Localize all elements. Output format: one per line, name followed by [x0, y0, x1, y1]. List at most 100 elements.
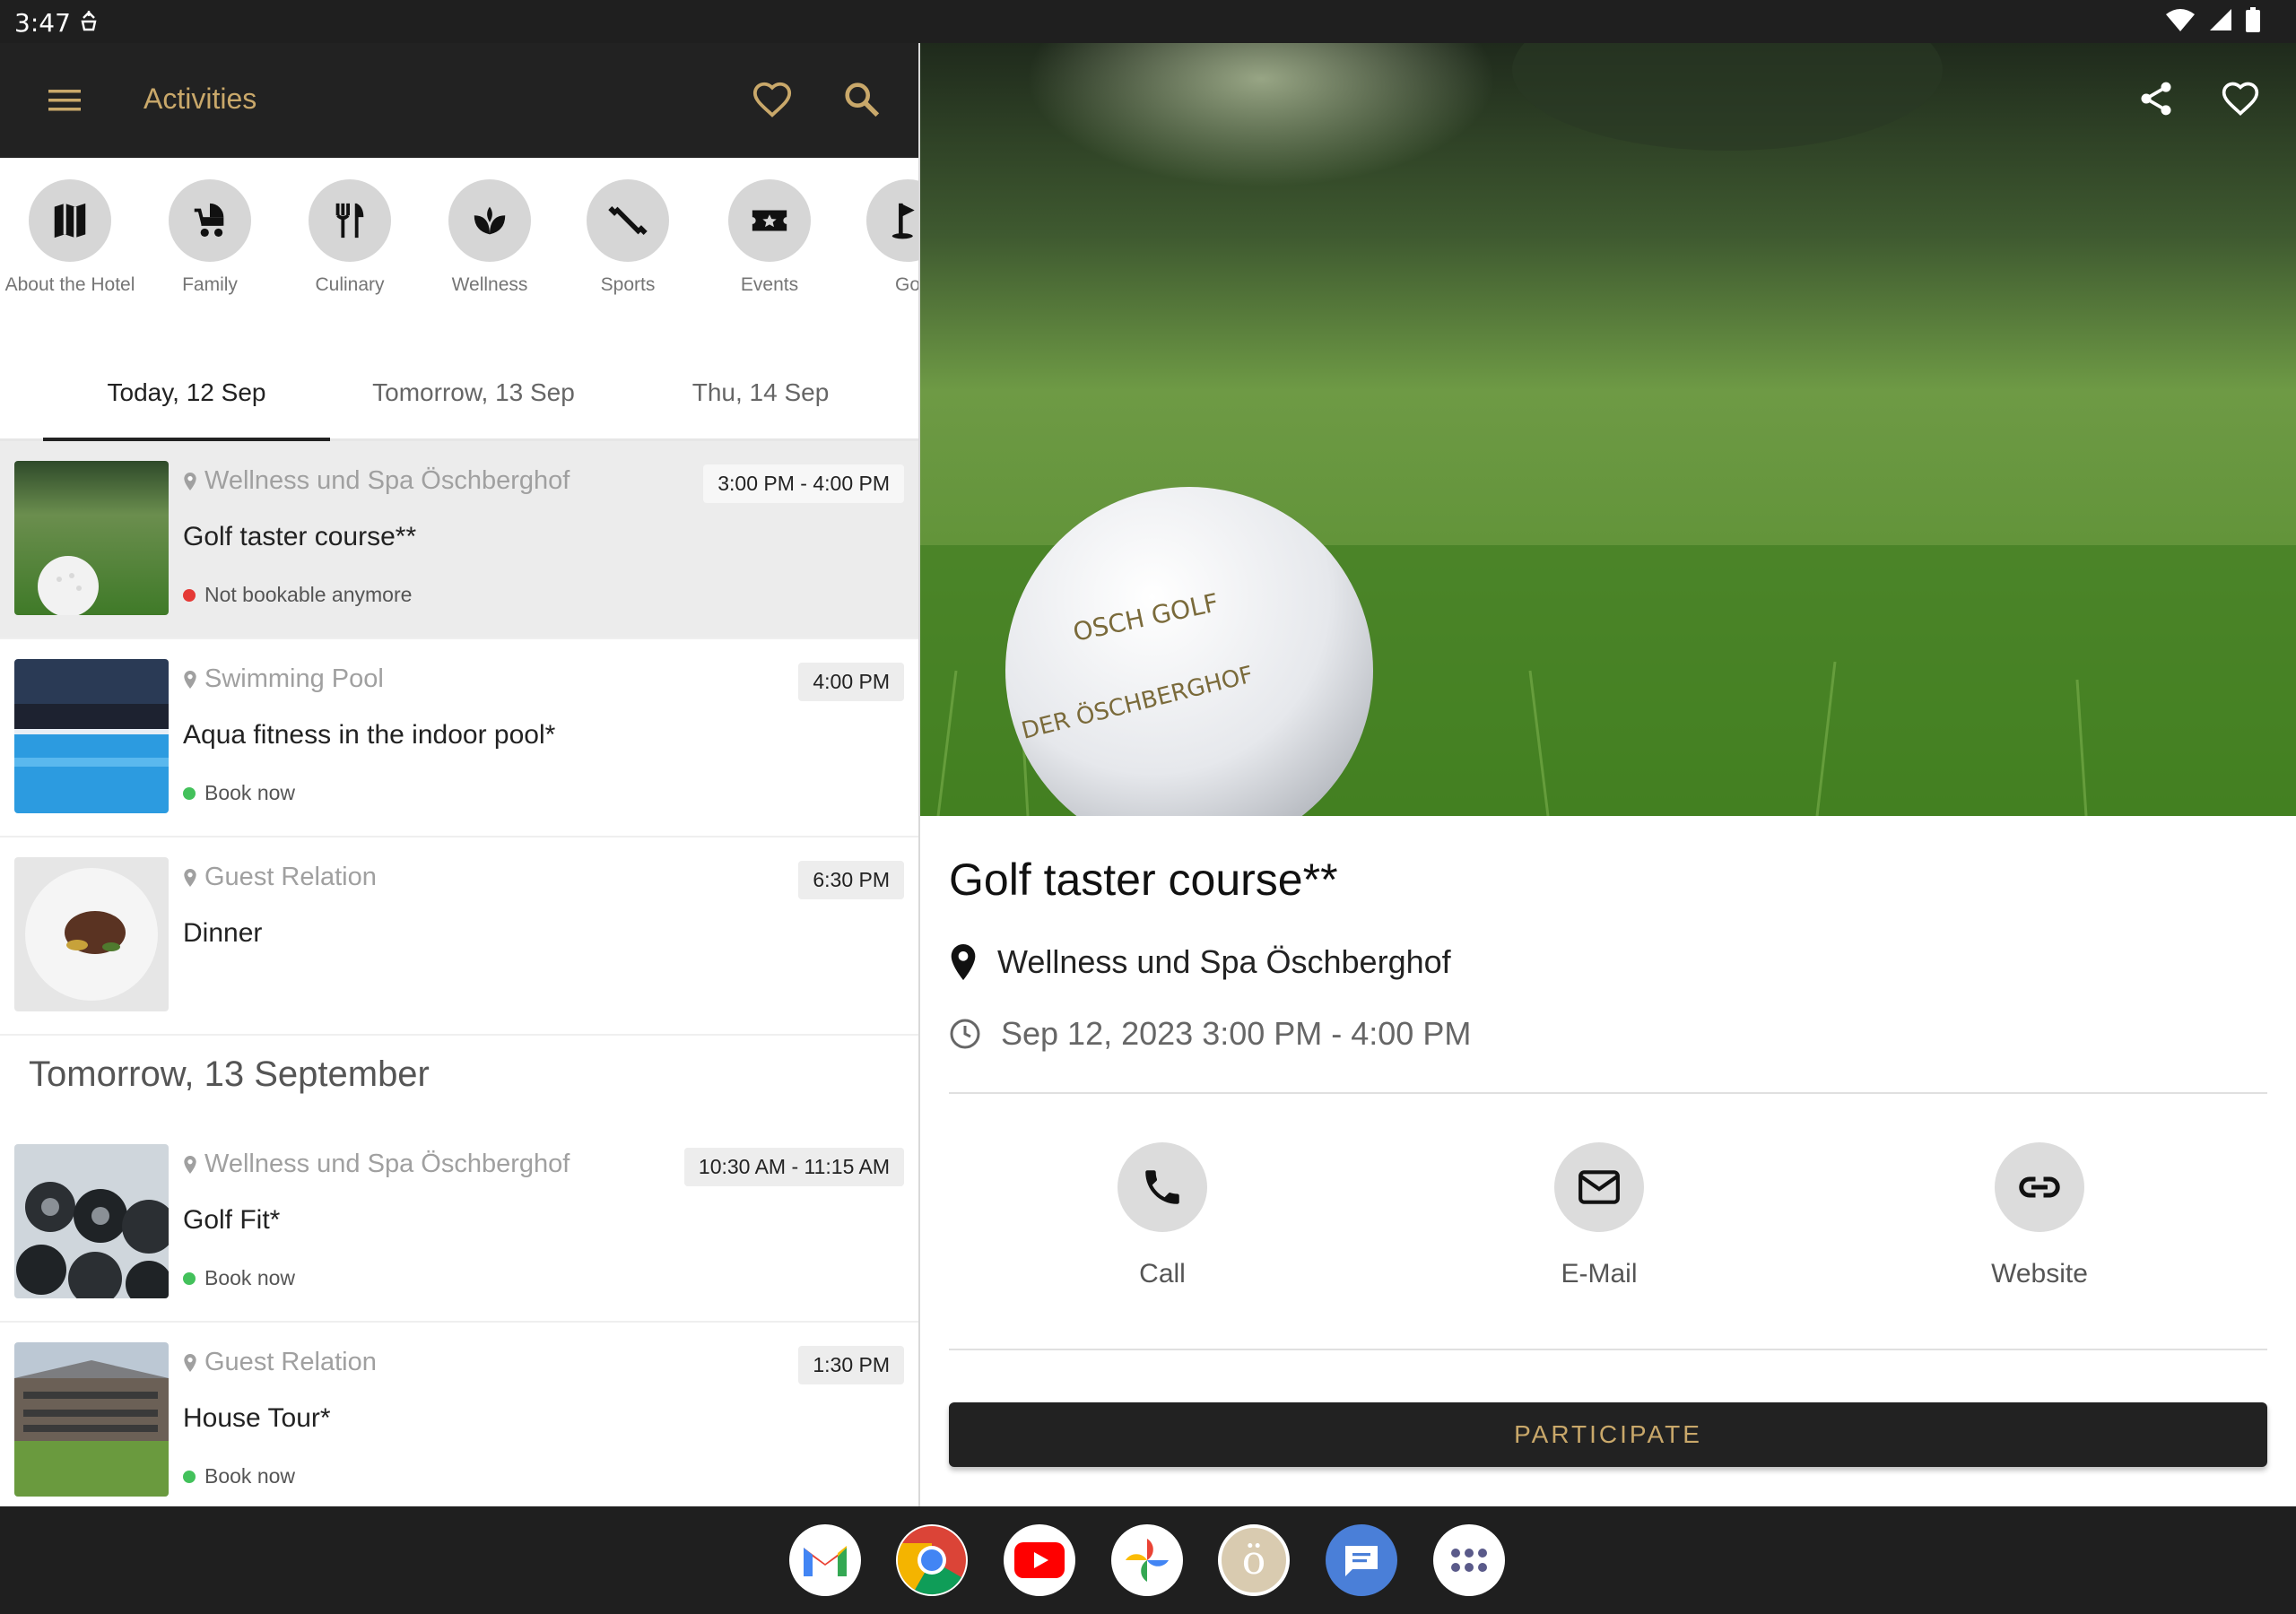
messages-app-icon[interactable]	[1326, 1524, 1397, 1596]
photos-app-icon[interactable]	[1111, 1524, 1183, 1596]
booking-status[interactable]: Book now	[183, 781, 295, 805]
category-about-the-hotel[interactable]: About the Hotel	[0, 179, 142, 296]
phone-icon	[1145, 1170, 1179, 1204]
booking-status[interactable]: Book now	[183, 1266, 295, 1290]
page-title: Activities	[144, 82, 257, 115]
location-pin-icon	[184, 1155, 196, 1174]
activities-pane: Activities About the Hotel Family Culina…	[0, 43, 918, 1506]
location-pin-icon	[184, 670, 196, 689]
detail-datetime: Sep 12, 2023 3:00 PM - 4:00 PM	[949, 1015, 1471, 1053]
list-item[interactable]: Swimming Pool 4:00 PM Aqua fitness in th…	[0, 639, 918, 837]
tab-thursday[interactable]: Thu, 14 Sep	[617, 350, 904, 439]
clock-icon	[950, 1019, 980, 1049]
website-button[interactable]: Website	[1923, 1142, 2156, 1289]
category-bar: About the Hotel Family Culinary Wellness…	[0, 158, 918, 350]
app-drawer-icon[interactable]	[1433, 1524, 1505, 1596]
share-icon	[2141, 82, 2171, 116]
link-icon	[2019, 1176, 2060, 1198]
time-badge: 6:30 PM	[798, 861, 904, 899]
battery-icon	[2246, 7, 2260, 37]
tab-tomorrow[interactable]: Tomorrow, 13 Sep	[330, 350, 617, 439]
available-dot-icon	[183, 1271, 196, 1285]
activity-title: Golf Fit*	[183, 1205, 281, 1235]
heart-outline-icon	[2222, 82, 2259, 117]
detail-actions	[2136, 79, 2260, 123]
participate-button[interactable]: PARTICIPATE	[949, 1402, 2267, 1467]
ticket-icon	[752, 210, 787, 231]
hero-image: OSCH GOLF DER ÖSCHBERGHOF	[920, 43, 2296, 816]
app-bar: Activities	[0, 43, 918, 158]
oschberghof-app-icon[interactable]: ö	[1218, 1524, 1290, 1596]
category-wellness[interactable]: Wellness	[418, 179, 561, 296]
notification-icon	[79, 9, 99, 37]
signal-icon	[2208, 7, 2233, 37]
location-pin-icon	[184, 868, 196, 887]
activity-detail-pane: OSCH GOLF DER ÖSCHBERGHOF Golf taster co…	[920, 43, 2296, 1506]
unavailable-dot-icon	[183, 588, 196, 602]
taskbar: ö	[0, 1506, 2296, 1614]
activity-title: Golf taster course**	[183, 522, 417, 551]
status-time: 3:47	[14, 8, 71, 38]
list-item[interactable]: Guest Relation 1:30 PM House Tour* Book …	[0, 1323, 918, 1506]
youtube-app-icon[interactable]	[1004, 1524, 1075, 1596]
wifi-icon	[2165, 7, 2196, 37]
hotel-building-thumbnail	[14, 1342, 169, 1497]
detail-location: Wellness und Spa Öschberghof	[949, 943, 1451, 981]
golf-ball-thumbnail	[14, 461, 169, 615]
golf-flag-icon	[891, 203, 915, 239]
menu-button[interactable]	[45, 81, 84, 120]
dumbbell-icon	[608, 206, 648, 235]
search-button[interactable]	[841, 79, 883, 125]
share-button[interactable]	[2136, 79, 2176, 123]
location-label: Wellness und Spa Öschberghof	[183, 1150, 570, 1179]
lotus-icon	[474, 206, 506, 235]
tab-today[interactable]: Today, 12 Sep	[43, 350, 330, 439]
status-bar: 3:47	[0, 0, 2296, 43]
location-label: Guest Relation	[183, 1348, 377, 1377]
location-label: Swimming Pool	[183, 664, 384, 694]
stroller-icon	[194, 203, 224, 238]
category-family[interactable]: Family	[138, 179, 282, 296]
location-label: Wellness und Spa Öschberghof	[183, 466, 570, 496]
pool-thumbnail	[14, 659, 169, 813]
time-badge: 1:30 PM	[798, 1346, 904, 1384]
location-pin-icon	[184, 1353, 196, 1372]
hamburger-icon	[48, 90, 81, 111]
dumbbells-thumbnail	[14, 1144, 169, 1298]
time-badge: 3:00 PM - 4:00 PM	[703, 464, 904, 503]
category-golf[interactable]: Go	[836, 179, 918, 296]
divider	[949, 1092, 2267, 1094]
detail-title: Golf taster course**	[949, 855, 1338, 905]
search-icon	[845, 82, 880, 117]
time-badge: 4:00 PM	[798, 663, 904, 701]
category-culinary[interactable]: Culinary	[278, 179, 422, 296]
list-item[interactable]: Wellness und Spa Öschberghof 10:30 AM - …	[0, 1124, 918, 1323]
location-label: Guest Relation	[183, 863, 377, 892]
available-dot-icon	[183, 1470, 196, 1483]
time-badge: 10:30 AM - 11:15 AM	[683, 1148, 904, 1186]
list-item[interactable]: Guest Relation 6:30 PM Dinner	[0, 837, 918, 1036]
favorite-button[interactable]	[2221, 79, 2260, 123]
booking-status: Not bookable anymore	[183, 583, 412, 607]
date-tabs: Today, 12 Sep Tomorrow, 13 Sep Thu, 14 S…	[0, 350, 918, 441]
location-pin-icon	[184, 472, 196, 490]
booking-status[interactable]: Book now	[183, 1464, 295, 1488]
activity-title: Dinner	[183, 918, 263, 948]
location-pin-icon	[951, 944, 976, 980]
map-icon	[54, 203, 86, 239]
activity-title: Aqua fitness in the indoor pool*	[183, 720, 556, 750]
list-item[interactable]: Wellness und Spa Öschberghof 3:00 PM - 4…	[0, 441, 918, 639]
category-sports[interactable]: Sports	[556, 179, 700, 296]
chrome-app-icon[interactable]	[896, 1524, 968, 1596]
divider	[949, 1349, 2267, 1350]
gmail-app-icon[interactable]	[789, 1524, 861, 1596]
available-dot-icon	[183, 786, 196, 800]
activity-title: House Tour*	[183, 1403, 331, 1433]
email-button[interactable]: E-Mail	[1483, 1142, 1716, 1289]
favorites-button[interactable]	[752, 79, 793, 125]
heart-outline-icon	[752, 82, 792, 117]
category-events[interactable]: Events	[698, 179, 841, 296]
cutlery-icon	[335, 203, 364, 239]
mail-icon	[1578, 1170, 1620, 1204]
call-button[interactable]: Call	[1046, 1142, 1279, 1289]
